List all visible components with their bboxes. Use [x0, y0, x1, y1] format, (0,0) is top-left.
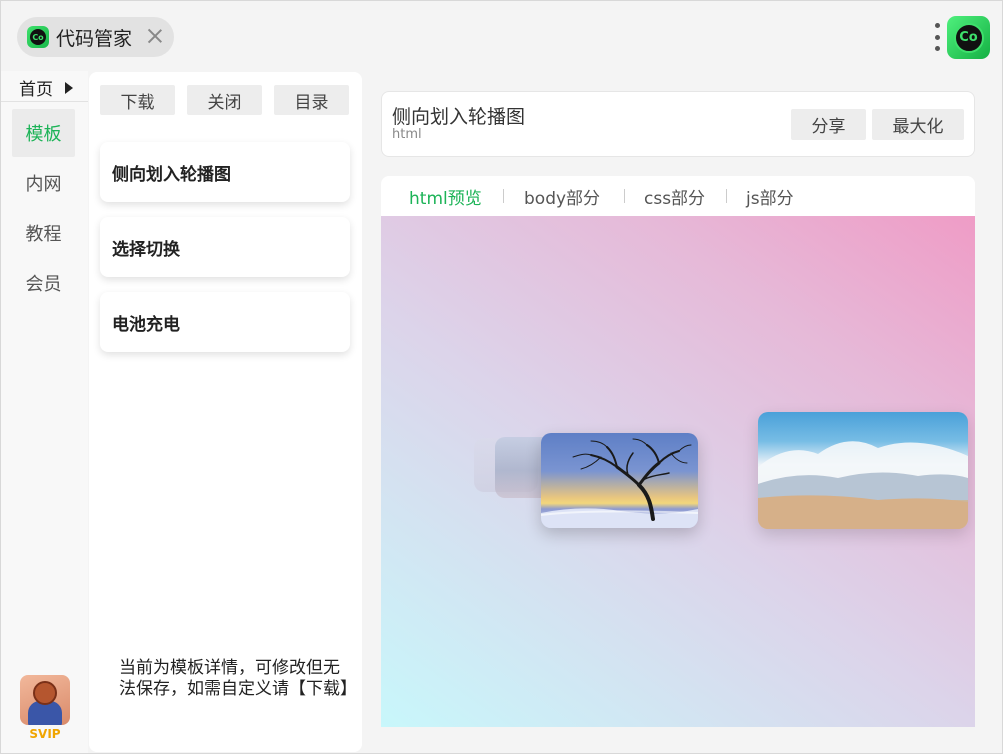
- home-link[interactable]: 首页: [1, 74, 88, 102]
- template-card[interactable]: 侧向划入轮播图: [100, 142, 350, 202]
- catalog-button[interactable]: 目录: [274, 85, 349, 115]
- more-menu-icon[interactable]: [932, 23, 942, 51]
- app-logo-large-icon[interactable]: Co: [947, 16, 990, 59]
- template-type: html: [392, 127, 422, 142]
- template-card[interactable]: 电池充电: [100, 292, 350, 352]
- triangle-right-icon: [65, 81, 73, 94]
- nav-item-intranet[interactable]: 内网: [12, 159, 75, 207]
- close-tab-icon[interactable]: [146, 27, 164, 45]
- avatar: [20, 675, 70, 725]
- template-title: 侧向划入轮播图: [392, 106, 526, 128]
- app-tab[interactable]: Co 代码管家: [17, 17, 174, 57]
- left-nav: 首页 模板 内网 教程 会员 SVIP: [1, 71, 88, 753]
- app-logo-text: Co: [30, 29, 46, 45]
- svip-badge[interactable]: SVIP: [19, 675, 71, 747]
- nav-item-tutorial[interactable]: 教程: [12, 209, 75, 257]
- preview-panel: html预览 body部分 css部分 js部分: [381, 176, 975, 727]
- carousel-slide-tree[interactable]: [541, 433, 698, 528]
- app-tab-title: 代码管家: [56, 27, 133, 50]
- svip-label: SVIP: [29, 727, 61, 741]
- share-button[interactable]: 分享: [791, 109, 866, 140]
- download-button[interactable]: 下载: [100, 85, 175, 115]
- app-logo-large-text: Co: [953, 22, 984, 53]
- home-label: 首页: [19, 80, 53, 100]
- nav-item-template[interactable]: 模板: [12, 109, 75, 157]
- tab-body[interactable]: body部分: [524, 184, 600, 209]
- tab-js[interactable]: js部分: [746, 184, 794, 209]
- close-button[interactable]: 关闭: [187, 85, 262, 115]
- notice-text: 当前为模板详情，可修改但无法保存，如需自定义请【下载】: [119, 658, 357, 699]
- template-card[interactable]: 选择切换: [100, 217, 350, 277]
- tab-html-preview[interactable]: html预览: [409, 184, 482, 209]
- carousel-stage: [381, 216, 975, 727]
- mountain-image: [758, 441, 968, 529]
- app-logo-icon: Co: [27, 26, 49, 48]
- nav-item-member[interactable]: 会员: [12, 259, 75, 307]
- carousel-slide-mountain[interactable]: [758, 412, 968, 529]
- tab-css[interactable]: css部分: [644, 184, 705, 209]
- template-list-panel: 下载 关闭 目录 侧向划入轮播图 选择切换 电池充电 当前为模板详情，可修改但无…: [89, 72, 362, 752]
- maximize-button[interactable]: 最大化: [872, 109, 964, 140]
- top-bar: Co 代码管家 Co: [1, 1, 1002, 71]
- preview-tabs: html预览 body部分 css部分 js部分: [381, 176, 975, 216]
- template-header: 侧向划入轮播图 html 分享 最大化: [381, 91, 975, 157]
- tree-image: [541, 438, 698, 528]
